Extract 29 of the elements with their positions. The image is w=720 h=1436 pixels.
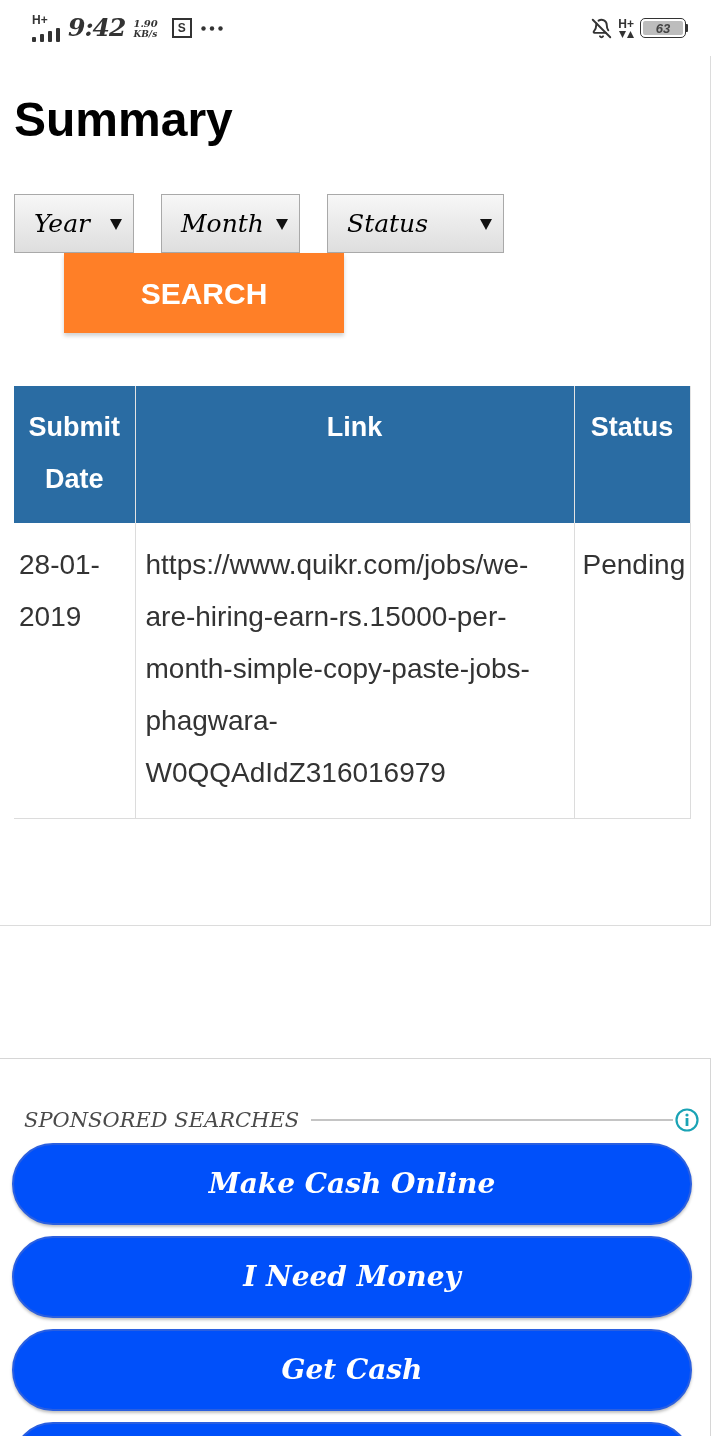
notifications-off-icon [591, 17, 613, 39]
network-type: H+ [32, 14, 48, 26]
column-header: Status [574, 386, 690, 523]
data-arrows-icon [618, 31, 634, 38]
ad-search-button[interactable]: Get Cash [12, 1329, 692, 1411]
filter-dropdown[interactable]: Month [161, 194, 300, 253]
ad-search-button[interactable]: Make Cash Online [12, 1143, 692, 1225]
column-header: Submit Date [14, 386, 135, 523]
info-icon [675, 1108, 699, 1132]
speed-unit: KB/s [133, 28, 158, 39]
column-header: Link [135, 386, 574, 523]
clock-time: 9:42 [68, 14, 126, 42]
table-cell: Pending [574, 523, 690, 819]
more-icon [200, 25, 223, 31]
table-cell: 28-01-2019 [14, 523, 135, 819]
ad-search-button[interactable]: I Need Money [12, 1236, 692, 1318]
caret-down-icon [110, 217, 122, 230]
sponsored-heading: SPONSORED SEARCHES [24, 1109, 300, 1131]
table-cell: https://www.quikr.com/jobs/we-are-hiring-earn-rs.15000-per-month-simple-copy-paste-jobs-phagwara-W0QQAdIdZ316016979 [135, 523, 574, 819]
network-type: H+ [618, 18, 634, 30]
battery-level: 63 [655, 21, 671, 35]
caret-down-icon [276, 217, 288, 230]
app-notification-badge: S [171, 18, 192, 38]
caret-down-icon [480, 217, 492, 230]
network-speed: 1.90 [133, 17, 158, 29]
filter-dropdown[interactable]: Year [14, 194, 134, 253]
signal-icon [32, 28, 60, 42]
filter-dropdown[interactable]: Status [327, 194, 504, 253]
page-title: Summary [14, 92, 233, 148]
